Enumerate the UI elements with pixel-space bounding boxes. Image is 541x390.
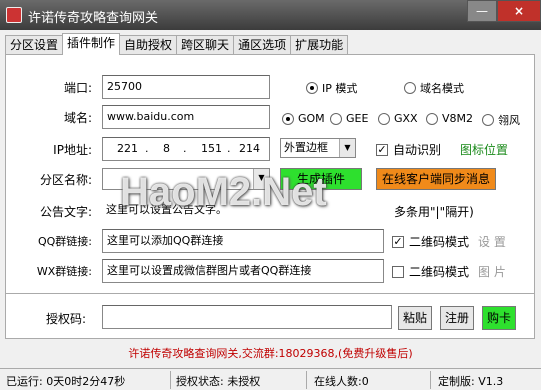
paste-button[interactable]: 粘贴 — [398, 306, 432, 330]
status-bar: 已运行: 0天0时2分47秒 授权状态: 未授权 在线人数:0 定制版: V1.… — [0, 368, 541, 390]
tab-zone-settings[interactable]: 分区设置 — [5, 35, 64, 55]
tab-plugin-make[interactable]: 插件制作 — [62, 33, 121, 55]
tab-bar: 分区设置 插件制作 自助授权 跨区聊天 通区选项 扩展功能 — [5, 33, 349, 55]
skin-select[interactable]: 外置边框 ▼ — [280, 138, 356, 158]
radio-off-icon — [330, 112, 342, 125]
radio-off-icon — [404, 82, 416, 94]
engine-lingfeng-radio[interactable]: 翎风 — [482, 112, 520, 128]
notice-hint: 多条用"|"隔开) — [394, 205, 474, 219]
port-label: 端口: — [63, 81, 92, 95]
qq-qrcode-checkbox[interactable]: ✓ 二维码模式 — [392, 233, 469, 250]
radio-off-icon — [482, 114, 494, 126]
generate-plugin-button[interactable]: 生成插件 — [280, 168, 362, 190]
chevron-down-icon: ▼ — [339, 139, 355, 157]
wx-link-label: WX群链接: — [36, 265, 92, 278]
tab-zone-options[interactable]: 通区选项 — [233, 35, 292, 55]
auth-code-input[interactable] — [102, 305, 392, 329]
footer-notice: 许诺传奇攻略查询网关,交流群:18029368,(免费升级售后) — [128, 347, 413, 360]
close-button[interactable]: × — [497, 0, 541, 22]
engine-gxx-radio[interactable]: GXX — [378, 112, 418, 125]
plugin-panel: 端口: 25700 IP 模式 域名模式 域名: www.baidu.com G… — [5, 54, 535, 332]
checkmark-icon: ✓ — [392, 234, 404, 248]
sync-client-message-button[interactable]: 在线客户端同步消息 — [376, 168, 496, 190]
title-bar: 许诺传奇攻略查询网关 — × — [0, 0, 541, 30]
register-button[interactable]: 注册 — [440, 306, 474, 330]
tab-self-auth[interactable]: 自助授权 — [119, 35, 178, 55]
engine-gom-radio[interactable]: GOM — [282, 112, 325, 125]
radio-off-icon — [426, 112, 438, 125]
domain-mode-radio[interactable]: 域名模式 — [404, 80, 464, 96]
domain-label: 域名: — [63, 111, 92, 125]
qq-link-input[interactable]: 这里可以添加QQ群连接 — [102, 229, 384, 253]
chevron-down-icon: ▼ — [253, 169, 269, 189]
radio-on-icon — [306, 82, 318, 94]
uptime-status: 已运行: 0天0时2分47秒 — [6, 375, 126, 388]
notice-input[interactable]: 这里可以设置公告文字。 — [102, 199, 402, 223]
zone-name-label: 分区名称: — [39, 173, 92, 187]
ip-mode-radio[interactable]: IP 模式 — [306, 80, 357, 96]
qq-setting-button[interactable]: 设 置 — [478, 233, 506, 250]
port-input[interactable]: 25700 — [102, 75, 270, 99]
version-status: 定制版: V1.3 — [438, 375, 504, 388]
radio-off-icon — [378, 112, 390, 125]
ip-octet-2: 8 — [163, 142, 170, 155]
wx-image-button[interactable]: 图 片 — [478, 263, 506, 280]
domain-input[interactable]: www.baidu.com — [102, 105, 270, 129]
window-title: 许诺传奇攻略查询网关 — [28, 11, 159, 26]
ip-octet-3: 151 — [201, 142, 222, 155]
auth-status: 授权状态: 未授权 — [176, 375, 261, 388]
auto-detect-checkbox[interactable]: ✓ 自动识别 — [376, 141, 441, 158]
ip-input[interactable]: 221 . 8 . 151 . 214 — [102, 137, 270, 161]
minimize-button[interactable]: — — [467, 0, 497, 22]
ip-octet-1: 221 — [117, 142, 138, 155]
radio-on-icon — [282, 112, 294, 125]
auth-code-label: 授权码: — [45, 312, 86, 326]
icon-position-link[interactable]: 图标位置 — [460, 141, 508, 158]
notice-label: 公告文字: — [39, 205, 92, 219]
qq-link-label: QQ群链接: — [37, 235, 92, 248]
ip-label: IP地址: — [53, 143, 92, 157]
engine-v8m2-radio[interactable]: V8M2 — [426, 112, 473, 125]
ip-octet-4: 214 — [239, 142, 260, 155]
auth-code-panel: 授权码: 粘贴 注册 购卡 — [5, 293, 535, 339]
app-icon — [6, 7, 22, 23]
checkmark-icon: ✓ — [376, 142, 388, 156]
online-count-status: 在线人数:0 — [314, 375, 369, 388]
engine-gee-radio[interactable]: GEE — [330, 112, 368, 125]
buy-card-button[interactable]: 购卡 — [482, 306, 516, 330]
tab-extensions[interactable]: 扩展功能 — [290, 35, 349, 55]
wx-link-input[interactable]: 这里可以设置成微信群图片或者QQ群连接 — [102, 259, 384, 283]
tab-cross-chat[interactable]: 跨区聊天 — [176, 35, 235, 55]
checkbox-empty-icon — [392, 265, 404, 278]
zone-name-select[interactable]: ▼ — [102, 168, 270, 190]
wx-qrcode-checkbox[interactable]: 二维码模式 — [392, 263, 469, 280]
